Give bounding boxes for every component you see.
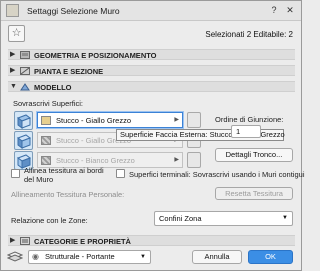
surface-select-outside[interactable]: Stucco - Giallo Grezzo ▶ bbox=[37, 112, 183, 128]
chevron-down-icon: ▼ bbox=[140, 254, 146, 260]
geometry-icon bbox=[20, 51, 30, 59]
join-order-input[interactable]: 1 bbox=[231, 125, 261, 138]
layer-value: Strutturale - Portante bbox=[45, 252, 115, 261]
terminal-surfaces-label: Superfici terminali: Sovrascrivi usando … bbox=[129, 170, 305, 179]
window-title: Settaggi Selezione Muro bbox=[27, 6, 120, 16]
section-label: CATEGORIE E PROPRIETÀ bbox=[34, 237, 131, 246]
wall-face-outside-icon bbox=[16, 114, 32, 129]
section-categories[interactable]: ▶ CATEGORIE E PROPRIETÀ bbox=[8, 235, 295, 246]
layer-visibility-icon: ◉ bbox=[32, 252, 39, 261]
categories-icon bbox=[20, 237, 30, 245]
chevron-right-icon: ▶ bbox=[10, 237, 16, 244]
wall-face-edge-icon bbox=[16, 134, 32, 149]
join-order-label: Ordine di Giunzione: bbox=[215, 115, 284, 124]
title-bar: Settaggi Selezione Muro ? ✕ bbox=[1, 1, 301, 21]
section-label: GEOMETRIA E POSIZIONAMENTO bbox=[34, 51, 157, 60]
chevron-down-icon: ▼ bbox=[282, 215, 288, 221]
section-label: MODELLO bbox=[34, 83, 72, 92]
dropdown-arrow-icon: ▶ bbox=[174, 117, 179, 123]
chevron-right-icon: ▶ bbox=[10, 67, 16, 74]
favorites-star-button[interactable]: ☆ bbox=[8, 25, 25, 42]
model-icon bbox=[20, 83, 30, 91]
chevron-down-icon: ▼ bbox=[10, 83, 17, 90]
align-texture-label: Allinea tessitura ai bordi del Muro bbox=[24, 166, 104, 184]
layer-select[interactable]: ◉ Strutturale - Portante ▼ bbox=[28, 250, 151, 264]
dialog-window: Settaggi Selezione Muro ? ✕ ☆ Selezionat… bbox=[0, 0, 305, 271]
chevron-right-icon: ▶ bbox=[10, 51, 16, 58]
surface-swatch bbox=[41, 116, 51, 125]
reset-texture-button[interactable]: Resetta Tessitura bbox=[215, 187, 293, 200]
section-model[interactable]: ▼ MODELLO bbox=[8, 81, 295, 92]
layers-icon bbox=[7, 251, 23, 262]
surface-label: Stucco - Bianco Grezzo bbox=[56, 156, 135, 165]
join-order-value: 1 bbox=[236, 127, 241, 136]
zones-relation-label: Relazione con le Zone: bbox=[11, 216, 88, 225]
section-plan[interactable]: ▶ PIANTA E SEZIONE bbox=[8, 65, 295, 76]
surface-swatch bbox=[41, 136, 51, 145]
override-surfaces-label: Sovrascrivi Superfici: bbox=[13, 99, 84, 108]
plan-section-icon bbox=[20, 67, 30, 75]
trunk-details-button[interactable]: Dettagli Tronco... bbox=[215, 148, 293, 162]
surface-swatch bbox=[41, 156, 51, 165]
zones-relation-value: Confini Zona bbox=[159, 214, 202, 223]
section-label: PIANTA E SEZIONE bbox=[34, 67, 104, 76]
selection-info: Selezionati 2 Editabile: 2 bbox=[205, 30, 293, 39]
dropdown-arrow-icon: ▶ bbox=[174, 157, 179, 163]
zones-relation-select[interactable]: Confini Zona ▼ bbox=[154, 211, 293, 226]
help-icon[interactable]: ? bbox=[267, 4, 281, 17]
edge-face-button[interactable] bbox=[14, 131, 33, 150]
chain-toggle-button[interactable] bbox=[187, 112, 201, 128]
chain-toggle-button[interactable] bbox=[187, 152, 201, 168]
section-geometry[interactable]: ▶ GEOMETRIA E POSIZIONAMENTO bbox=[8, 49, 295, 60]
align-texture-checkbox[interactable] bbox=[11, 169, 20, 178]
terminal-surfaces-checkbox[interactable] bbox=[116, 169, 125, 178]
cancel-button[interactable]: Annulla bbox=[192, 250, 242, 264]
archicad-wall-icon bbox=[6, 4, 19, 17]
outside-face-button[interactable] bbox=[14, 111, 33, 130]
ok-button[interactable]: OK bbox=[248, 250, 293, 264]
surface-label: Stucco - Giallo Grezzo bbox=[56, 116, 132, 125]
close-icon[interactable]: ✕ bbox=[283, 4, 297, 17]
custom-alignment-label: Allineamento Tessitura Personale: bbox=[11, 190, 125, 199]
